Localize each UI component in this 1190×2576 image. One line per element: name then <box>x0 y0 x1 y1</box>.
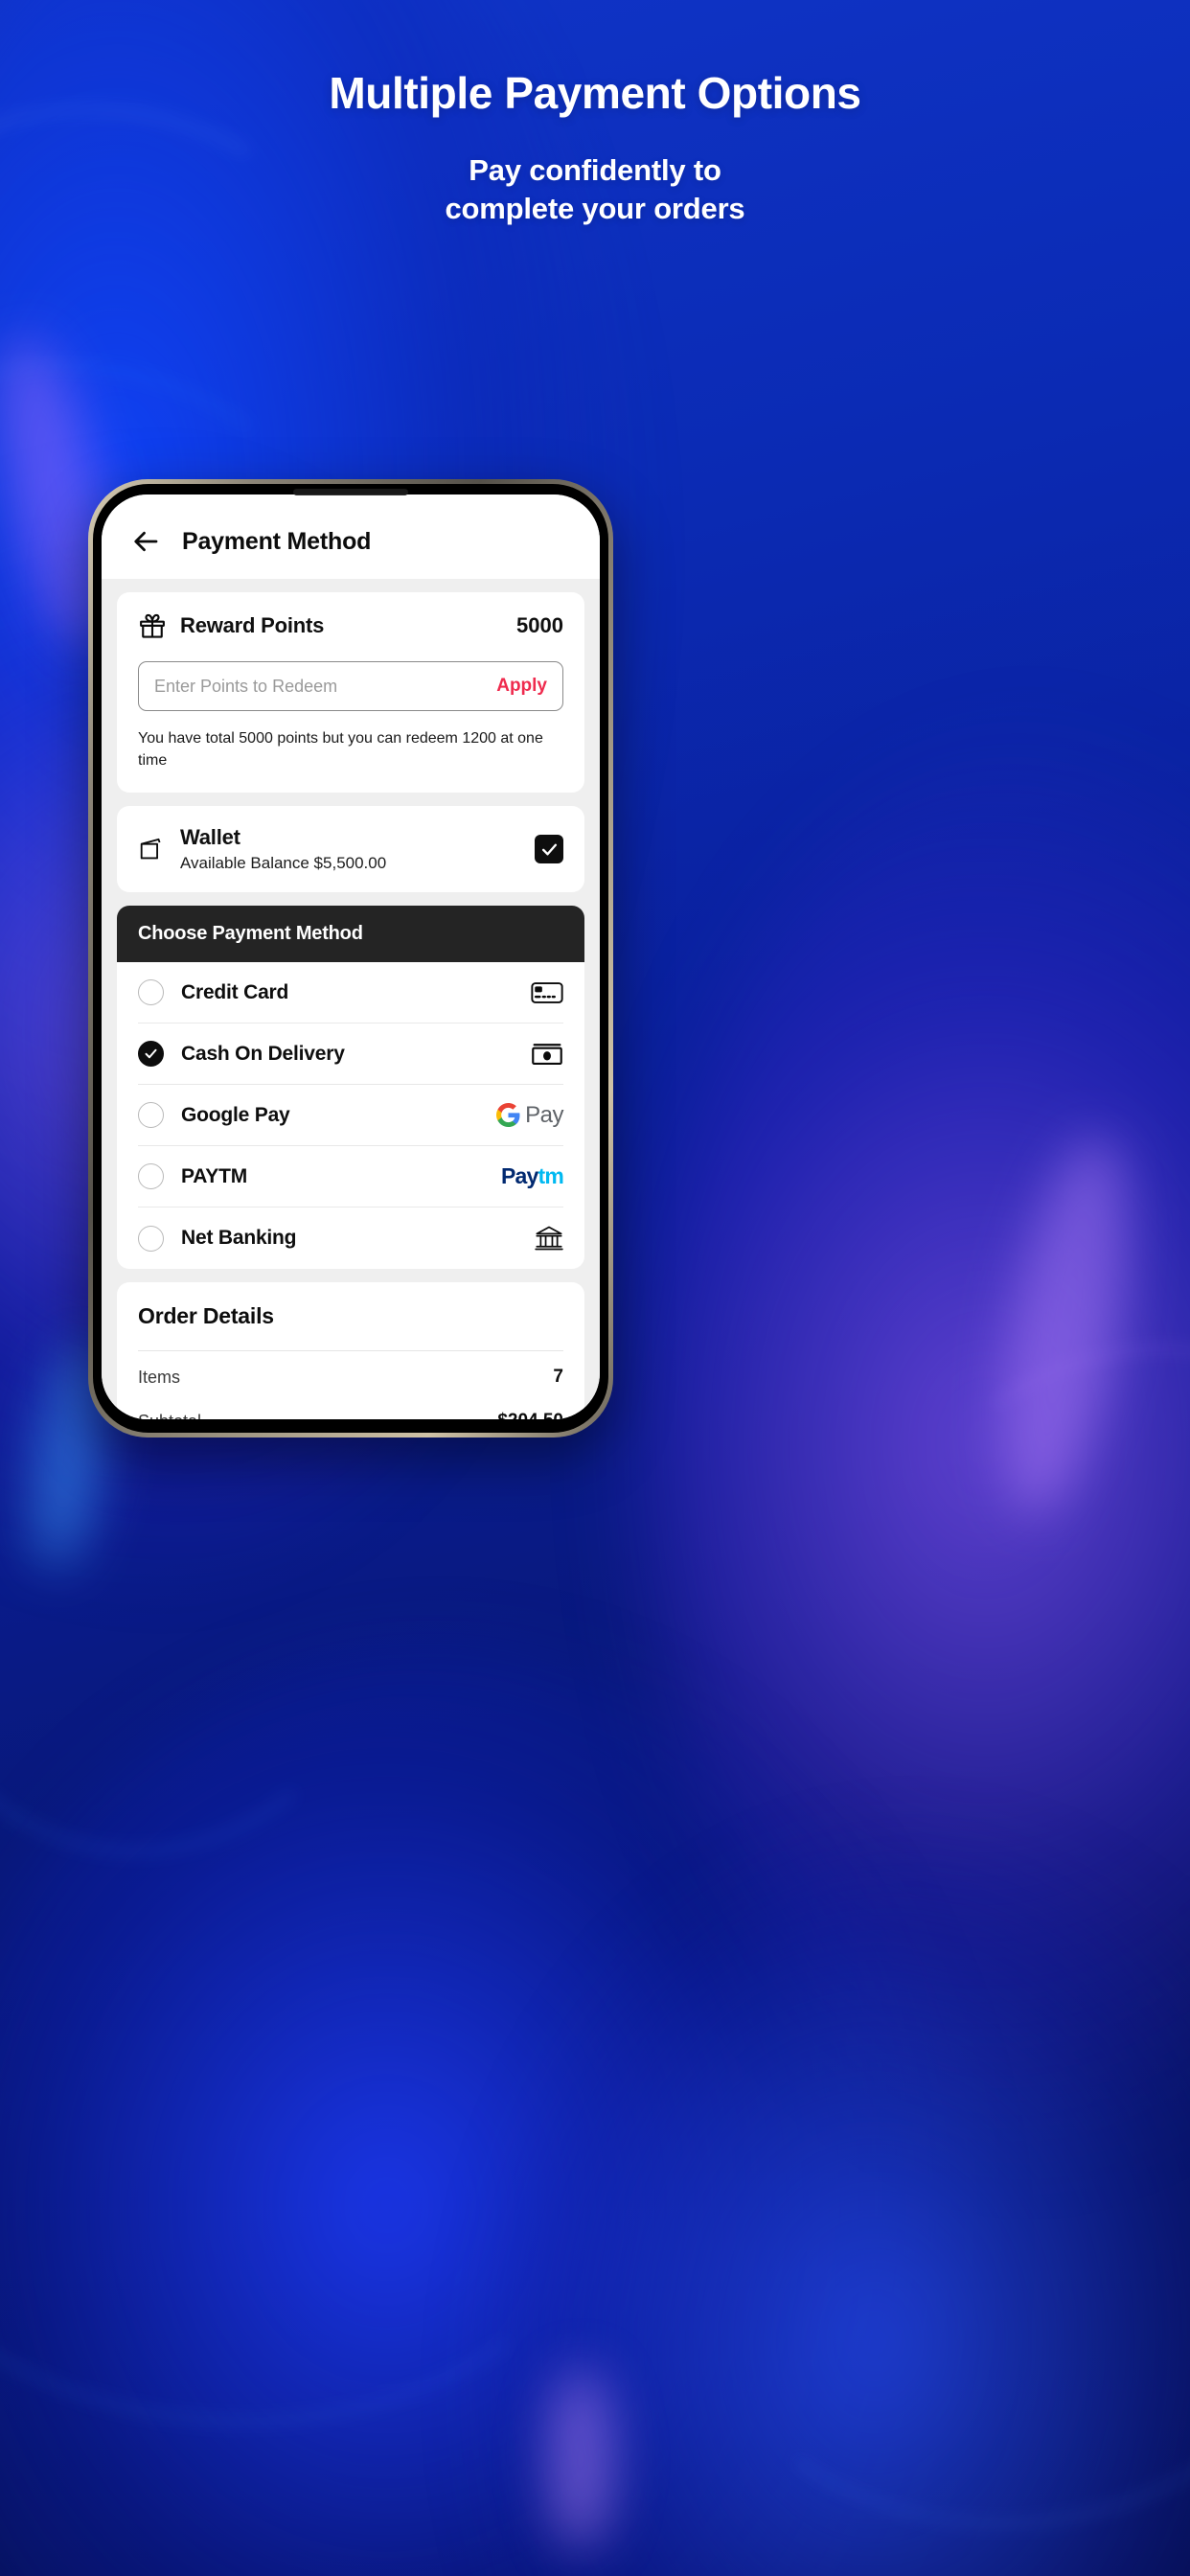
gift-icon <box>138 611 167 640</box>
wallet-card[interactable]: Wallet Available Balance $5,500.00 <box>117 806 584 893</box>
wallet-icon <box>138 837 167 862</box>
payment-method-net-banking[interactable]: Net Banking <box>138 1208 563 1269</box>
page-subtitle: Pay confidently to complete your orders <box>0 151 1190 227</box>
payment-methods-heading: Choose Payment Method <box>117 906 584 963</box>
paytm-logo-pay: Pay <box>500 1163 538 1189</box>
app-header: Payment Method <box>102 494 600 579</box>
app-screen-title: Payment Method <box>182 527 372 555</box>
bank-icon <box>535 1225 563 1252</box>
bg-highlight-4 <box>547 2368 615 2551</box>
reward-points-value: 5000 <box>516 613 563 637</box>
paytm-logo-tm: tm <box>538 1163 563 1189</box>
wallet-checkbox[interactable] <box>535 835 563 864</box>
paytm-logo: Pay tm <box>500 1163 564 1189</box>
page-subtitle-line2: complete your orders <box>445 191 745 225</box>
order-row: Subtotal $204.50 <box>138 1399 563 1419</box>
radio-unselected-icon[interactable] <box>138 1102 164 1129</box>
reward-points-label: Reward Points <box>180 613 325 637</box>
radio-unselected-icon[interactable] <box>138 1225 164 1252</box>
wallet-info: Wallet Available Balance $5,500.00 <box>180 825 386 873</box>
checkbox-checked-icon <box>535 835 563 864</box>
app-content[interactable]: Reward Points 5000 Apply You have total … <box>102 579 600 1419</box>
payment-method-label: Net Banking <box>181 1227 297 1250</box>
payment-method-google-pay[interactable]: Google Pay Pay <box>138 1085 563 1147</box>
payment-method-cash-on-delivery[interactable]: Cash On Delivery <box>138 1024 563 1086</box>
payment-methods-card: Choose Payment Method Credit Card Cash O… <box>117 906 584 1270</box>
google-pay-logo: Pay <box>496 1102 563 1129</box>
radio-unselected-icon[interactable] <box>138 1163 164 1190</box>
order-row: Items 7 <box>138 1355 563 1399</box>
payment-method-label: Google Pay <box>181 1103 290 1126</box>
wallet-balance: Available Balance $5,500.00 <box>180 854 387 873</box>
hero-section: Multiple Payment Options Pay confidently… <box>0 0 1190 227</box>
arrow-left-icon[interactable] <box>132 527 161 556</box>
wallet-name: Wallet <box>180 825 240 850</box>
apply-points-button[interactable]: Apply <box>496 676 547 697</box>
page-title: Multiple Payment Options <box>329 68 861 118</box>
phone-speaker-notch <box>293 489 408 495</box>
order-row-value: 7 <box>553 1367 563 1388</box>
order-row-key: Items <box>138 1367 181 1387</box>
phone-bezel: Payment Method Reward Points 5000 Enter … <box>93 484 608 1433</box>
cash-icon <box>531 1042 563 1067</box>
payment-method-credit-card[interactable]: Credit Card <box>138 962 563 1024</box>
page-subtitle-line1: Pay confidently to <box>469 153 721 187</box>
credit-card-icon <box>531 980 563 1005</box>
order-details-title: Order Details <box>138 1303 274 1329</box>
payment-methods-list: Credit Card Cash On Delivery Google Pay … <box>117 962 584 1269</box>
order-row-value: $204.50 <box>497 1411 563 1419</box>
payment-method-label: PAYTM <box>181 1164 248 1187</box>
order-details-divider <box>138 1350 563 1352</box>
google-pay-text: Pay <box>525 1101 563 1128</box>
radio-selected-icon[interactable] <box>138 1041 164 1068</box>
order-row-key: Subtotal <box>138 1412 201 1419</box>
order-details-card: Order Details Items 7 Subtotal $204.50 R… <box>117 1282 584 1419</box>
payment-method-paytm[interactable]: PAYTM Pay tm <box>138 1146 564 1208</box>
reward-points-header: Reward Points 5000 <box>138 611 563 640</box>
payment-method-label: Cash On Delivery <box>181 1042 345 1065</box>
reward-points-note: You have total 5000 points but you can r… <box>138 730 543 770</box>
reward-points-card: Reward Points 5000 Apply You have total … <box>117 592 584 794</box>
phone-screen: Payment Method Reward Points 5000 Enter … <box>102 494 600 1419</box>
redeem-points-input[interactable] <box>154 676 497 697</box>
redeem-points-field[interactable]: Apply <box>138 661 563 711</box>
phone-mockup: Payment Method Reward Points 5000 Enter … <box>88 479 613 1438</box>
payment-method-label: Credit Card <box>181 980 289 1003</box>
radio-unselected-icon[interactable] <box>138 979 164 1006</box>
